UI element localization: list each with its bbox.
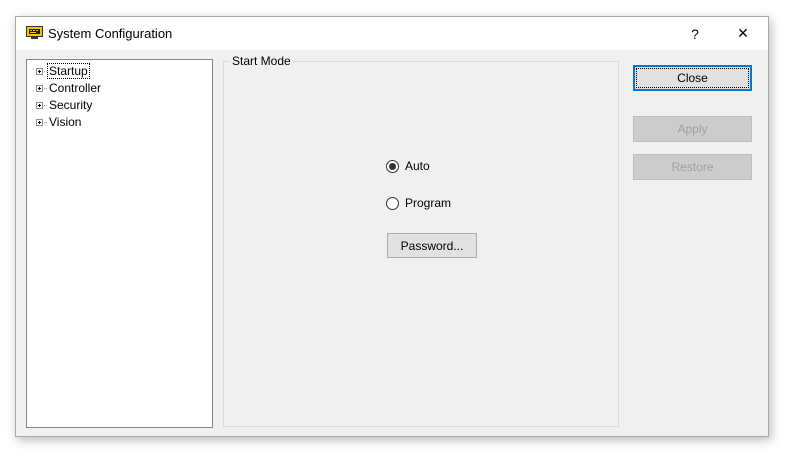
title-bar: System Configuration ? ✕ bbox=[16, 17, 768, 50]
tree-item-security[interactable]: Security bbox=[36, 97, 93, 113]
tree-item-controller[interactable]: Controller bbox=[36, 80, 102, 96]
expand-plus-icon[interactable] bbox=[36, 84, 43, 92]
close-window-button[interactable]: ✕ bbox=[720, 17, 766, 50]
start-mode-title: Start Mode bbox=[230, 54, 293, 68]
help-button[interactable]: ? bbox=[672, 17, 718, 50]
window-title: System Configuration bbox=[48, 26, 173, 41]
expand-plus-icon[interactable] bbox=[36, 67, 43, 75]
apply-button-label: Apply bbox=[677, 122, 708, 136]
radio-unchecked-icon[interactable] bbox=[386, 196, 399, 210]
restore-button-label: Restore bbox=[671, 160, 714, 174]
apply-button[interactable]: Apply bbox=[633, 116, 752, 142]
app-icon bbox=[26, 26, 43, 39]
tree-item-label[interactable]: Startup bbox=[47, 63, 90, 79]
expand-plus-icon[interactable] bbox=[36, 118, 43, 126]
tree-item-label[interactable]: Security bbox=[48, 98, 93, 112]
tree-item-vision[interactable]: Vision bbox=[36, 114, 82, 130]
tree-item-label[interactable]: Controller bbox=[48, 81, 102, 95]
password-button-label: Password... bbox=[400, 238, 464, 253]
program-radio[interactable]: Program bbox=[386, 196, 451, 210]
tree-item-label[interactable]: Vision bbox=[48, 115, 82, 129]
system-configuration-dialog: System Configuration ? ✕ Startup Control… bbox=[15, 16, 769, 437]
auto-radio[interactable]: Auto bbox=[386, 159, 430, 173]
password-button[interactable]: Password... bbox=[387, 233, 477, 258]
close-button[interactable]: Close bbox=[633, 65, 752, 91]
help-icon: ? bbox=[691, 25, 699, 42]
radio-checked-icon[interactable] bbox=[386, 159, 399, 173]
expand-plus-icon[interactable] bbox=[36, 101, 43, 109]
tree-item-startup[interactable]: Startup bbox=[36, 63, 90, 79]
config-tree[interactable]: Startup Controller Security Vision bbox=[26, 59, 213, 428]
restore-button[interactable]: Restore bbox=[633, 154, 752, 180]
auto-radio-label[interactable]: Auto bbox=[405, 159, 430, 173]
program-radio-label[interactable]: Program bbox=[405, 196, 451, 210]
close-icon: ✕ bbox=[737, 25, 749, 41]
